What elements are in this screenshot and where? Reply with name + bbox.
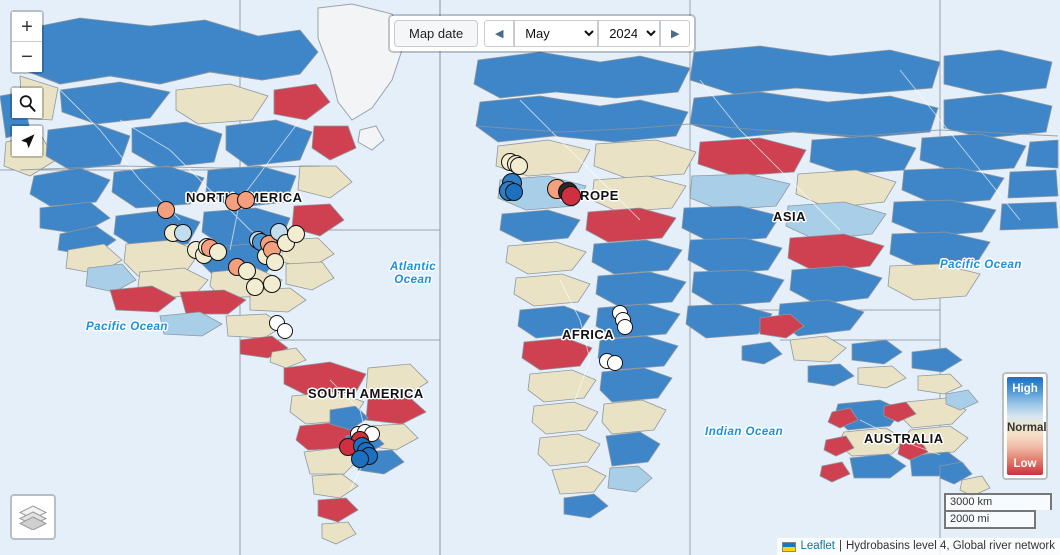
- search-control[interactable]: [10, 86, 44, 120]
- locate-control[interactable]: [10, 124, 44, 158]
- zoom-control[interactable]: + −: [10, 10, 44, 74]
- map-canvas[interactable]: [0, 0, 1060, 555]
- legend-label-low: Low: [1013, 458, 1037, 470]
- leaflet-link[interactable]: Leaflet: [800, 539, 835, 554]
- station-marker[interactable]: [263, 275, 281, 293]
- legend: High Normal Low: [1002, 372, 1048, 480]
- year-select[interactable]: 202020212022202320242025: [598, 20, 661, 47]
- station-marker[interactable]: [277, 323, 293, 339]
- station-marker[interactable]: [607, 355, 623, 371]
- zoom-in-button[interactable]: +: [12, 12, 42, 42]
- station-marker[interactable]: [209, 243, 227, 261]
- ukraine-flag-icon: [782, 541, 797, 552]
- attribution-separator: |: [838, 540, 842, 552]
- attribution-bar: Leaflet | Hydrobasins level 4, Global ri…: [777, 538, 1060, 555]
- prev-month-button[interactable]: ◀: [484, 20, 515, 47]
- zoom-out-button[interactable]: −: [12, 42, 42, 72]
- station-marker[interactable]: [157, 201, 175, 219]
- station-marker[interactable]: [287, 225, 305, 243]
- legend-label-normal: Normal: [1007, 422, 1047, 434]
- map-date-control[interactable]: Map date ◀ JanuaryFebruaryMarchAprilMayJ…: [388, 14, 697, 53]
- layers-icon: [18, 505, 48, 530]
- month-select[interactable]: JanuaryFebruaryMarchAprilMayJuneJulyAugu…: [514, 20, 599, 47]
- layers-control[interactable]: [10, 494, 56, 540]
- station-marker[interactable]: [237, 191, 255, 209]
- next-month-button[interactable]: ▶: [660, 20, 691, 47]
- locate-arrow-icon-glyph: [20, 133, 34, 148]
- legend-label-high: High: [1012, 383, 1038, 395]
- scale-km-label: 3000 km: [944, 493, 1052, 510]
- scale-mi-label: 2000 mi: [944, 510, 1036, 529]
- map-date-label: Map date: [394, 20, 479, 47]
- station-marker[interactable]: [561, 186, 581, 206]
- search-icon[interactable]: [12, 88, 42, 118]
- scale-bar: 3000 km 2000 mi: [944, 493, 1052, 529]
- legend-gradient-bar: High Normal Low: [1007, 377, 1047, 475]
- locate-arrow-icon[interactable]: [12, 126, 42, 156]
- station-marker[interactable]: [505, 183, 523, 201]
- station-marker[interactable]: [246, 278, 264, 296]
- attribution-sources: Hydrobasins level 4, Global river networ…: [845, 540, 1055, 552]
- world-basins-layer: [0, 0, 1060, 555]
- station-marker[interactable]: [351, 450, 369, 468]
- map-viewport[interactable]: NORTH AMERICA SOUTH AMERICA EUROPE AFRICA AS…: [0, 0, 1060, 555]
- station-marker[interactable]: [174, 224, 192, 242]
- station-marker[interactable]: [266, 253, 284, 271]
- search-icon-glyph: [19, 94, 36, 112]
- station-marker[interactable]: [617, 319, 633, 335]
